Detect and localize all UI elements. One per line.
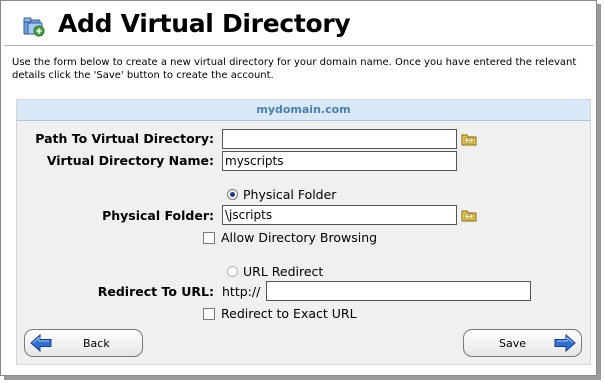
exact-url-label: Redirect to Exact URL: [221, 306, 357, 321]
physical-folder-label: Physical Folder:: [102, 208, 214, 223]
save-button[interactable]: Save: [463, 329, 582, 357]
url-redirect-radio[interactable]: [227, 266, 238, 277]
exact-url-checkbox[interactable]: [203, 307, 215, 320]
allow-browsing-checkbox[interactable]: [203, 231, 215, 244]
arrow-left-icon: [30, 333, 52, 353]
redirect-url-input[interactable]: [266, 281, 531, 301]
page-title: Add Virtual Directory: [58, 9, 351, 38]
arrow-right-icon: [554, 333, 576, 353]
panel-heading: mydomain.com: [17, 100, 590, 121]
physical-folder-radio[interactable]: [227, 189, 238, 200]
back-button[interactable]: Back: [24, 329, 143, 357]
virtual-directory-icon: [23, 17, 45, 37]
folder-browse-icon[interactable]: [461, 208, 477, 222]
physical-folder-input[interactable]: \jscripts: [222, 205, 457, 225]
path-input[interactable]: [222, 129, 457, 149]
back-button-label: Back: [83, 337, 110, 350]
url-redirect-radio-option[interactable]: URL Redirect: [227, 264, 323, 279]
physical-folder-radio-label: Physical Folder: [243, 187, 337, 202]
folder-browse-icon[interactable]: [461, 132, 477, 146]
save-button-label: Save: [499, 337, 527, 350]
path-label: Path To Virtual Directory:: [35, 131, 214, 146]
redirect-prefix: http://: [222, 284, 261, 299]
title-divider: [4, 45, 593, 46]
physical-folder-radio-option[interactable]: Physical Folder: [227, 187, 336, 202]
allow-browsing-option[interactable]: Allow Directory Browsing: [203, 230, 377, 245]
url-redirect-radio-label: URL Redirect: [243, 264, 324, 279]
form-panel: mydomain.com Path To Virtual Directory: …: [16, 99, 591, 365]
dialog-window: Add Virtual Directory Use the form below…: [0, 0, 597, 376]
exact-url-option[interactable]: Redirect to Exact URL: [203, 306, 357, 321]
redirect-url-label: Redirect To URL:: [97, 284, 214, 299]
name-label: Virtual Directory Name:: [46, 153, 214, 168]
name-input[interactable]: myscripts: [222, 151, 457, 171]
page-description: Use the form below to create a new virtu…: [12, 57, 577, 81]
allow-browsing-label: Allow Directory Browsing: [221, 230, 378, 245]
